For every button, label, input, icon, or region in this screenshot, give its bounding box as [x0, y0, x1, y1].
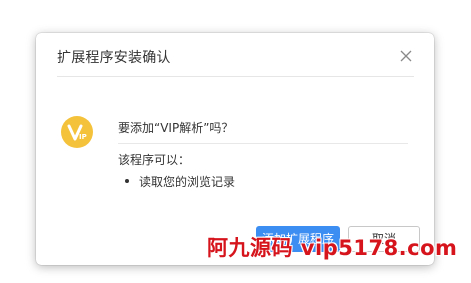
permission-label: 读取您的浏览记录	[139, 175, 236, 189]
install-confirm-dialog: 扩展程序安装确认 IP 要添加“VIP解析”吗？ 该程序可以： 读取您的浏览记录…	[36, 33, 434, 265]
bullet-icon	[125, 179, 129, 183]
content-divider	[118, 143, 408, 144]
header-divider	[57, 76, 414, 77]
permission-item: 读取您的浏览记录	[125, 173, 235, 190]
permissions-list: 读取您的浏览记录	[125, 173, 235, 190]
watermark-text: 阿九源码 vip5178.com	[207, 236, 458, 260]
close-icon[interactable]	[398, 48, 414, 64]
install-question: 要添加“VIP解析”吗？	[118, 121, 234, 135]
permissions-heading: 该程序可以：	[118, 153, 191, 167]
svg-text:IP: IP	[79, 133, 87, 141]
dialog-title: 扩展程序安装确认	[57, 50, 171, 66]
vip-badge-icon: IP	[60, 115, 94, 149]
